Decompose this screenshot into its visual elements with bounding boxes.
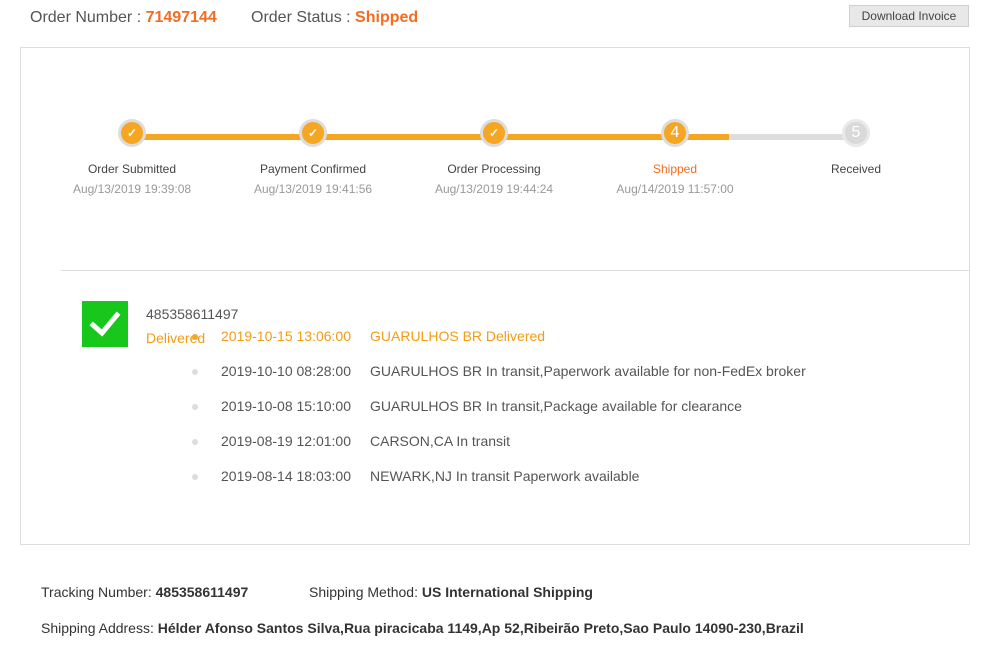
timeline-event: 2019-08-14 18:03:00 NEWARK,NJ In transit …: [191, 468, 971, 488]
order-status-label: Order Status :: [251, 9, 356, 26]
event-description: GUARULHOS BR In transit,Paperwork availa…: [370, 363, 806, 379]
shipping-address-info: Shipping Address: Hélder Afonso Santos S…: [41, 620, 804, 636]
order-status: Order Status : Shipped: [251, 9, 418, 27]
timeline-dot-icon: [192, 404, 198, 410]
step-check-icon: ✓: [299, 119, 327, 147]
event-description: GUARULHOS BR In transit,Package availabl…: [370, 398, 742, 414]
event-time: 2019-10-08 15:10:00: [221, 398, 351, 414]
step-label: Payment Confirmed: [259, 162, 367, 176]
step-label: Shipped: [652, 162, 698, 176]
progress-fill: [132, 134, 730, 140]
timeline-event: 2019-10-10 08:28:00 GUARULHOS BR In trans…: [191, 363, 971, 383]
step-date: Aug/13/2019 19:41:56: [253, 182, 373, 196]
event-time: 2019-08-19 12:01:00: [221, 433, 351, 449]
timeline-dot-icon: [192, 369, 198, 375]
shipping-method-info: Shipping Method: US International Shippi…: [309, 584, 593, 600]
event-description: NEWARK,NJ In transit Paperwork available: [370, 468, 640, 484]
timeline-dot-icon: [192, 474, 198, 480]
order-header: Order Number : 71497144 Order Status : S…: [0, 0, 983, 36]
event-time: 2019-08-14 18:03:00: [221, 468, 351, 484]
delivered-check-icon: [82, 301, 128, 347]
shipping-address-label: Shipping Address:: [41, 620, 158, 636]
step-date: Aug/13/2019 19:39:08: [72, 182, 192, 196]
timeline-event: 2019-08-19 12:01:00 CARSON,CA In transit: [191, 433, 971, 453]
order-status-value: Shipped: [355, 9, 419, 26]
shipping-method-label: Shipping Method:: [309, 584, 422, 600]
step-label: Order Processing: [447, 162, 541, 176]
step-label: Order Submitted: [87, 162, 177, 176]
timeline-dot-icon: [192, 439, 198, 445]
tracking-number-label: Tracking Number:: [41, 584, 156, 600]
event-time: 2019-10-10 08:28:00: [221, 363, 351, 379]
event-time: 2019-10-15 13:06:00: [221, 328, 351, 344]
order-number-label: Order Number :: [30, 9, 146, 26]
step-date: Aug/13/2019 19:44:24: [434, 182, 554, 196]
order-number-value: 71497144: [145, 9, 217, 26]
divider: [61, 270, 969, 271]
download-invoice-button[interactable]: Download Invoice: [849, 5, 969, 27]
event-description: CARSON,CA In transit: [370, 433, 511, 449]
step-date: Aug/14/2019 11:57:00: [616, 182, 734, 196]
tracking-number-info: Tracking Number: 485358611497: [41, 584, 248, 600]
shipping-method-value: US International Shipping: [421, 584, 593, 600]
step-label: Received: [830, 162, 882, 176]
order-progress-panel: ✓ Order Submitted Aug/13/2019 19:39:08 ✓ Pay…: [20, 47, 970, 545]
shipping-address-value: Hélder Afonso Santos Silva,Rua piracicab…: [157, 620, 804, 636]
step-check-icon: ✓: [118, 119, 146, 147]
order-number: Order Number : 71497144: [30, 9, 217, 27]
tracking-number-value: 485358611497: [155, 584, 249, 600]
event-description: GUARULHOS BR Delivered: [370, 328, 546, 344]
shipment-tracking-number: 485358611497: [146, 306, 239, 322]
step-number: 5: [842, 119, 870, 147]
step-check-icon: ✓: [480, 119, 508, 147]
timeline-dot-icon: [192, 334, 198, 340]
step-number: 4: [661, 119, 689, 147]
timeline-event: 2019-10-08 15:10:00 GUARULHOS BR In trans…: [191, 398, 971, 418]
timeline-event: 2019-10-15 13:06:00 GUARULHOS BR Delivere…: [191, 328, 971, 348]
